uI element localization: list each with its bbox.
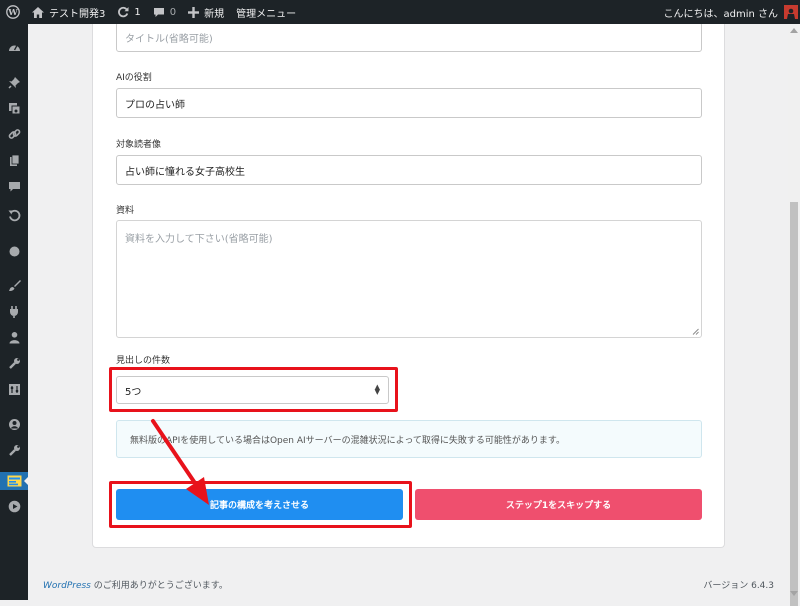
scroll-thumb[interactable] <box>790 202 798 606</box>
page-scrollbar[interactable] <box>788 24 800 606</box>
comments-count: 0 <box>169 6 177 18</box>
updates-link[interactable]: 1 <box>111 0 146 24</box>
admin-bar: W テスト開発3 1 0 新規 管理メニュー こんにちは、admin さん <box>0 0 800 24</box>
footer-thanks-text: のご利用ありがとうございます。 <box>90 581 228 591</box>
new-content-link[interactable]: 新規 <box>182 0 230 24</box>
wordpress-logo-icon[interactable]: W <box>0 0 26 24</box>
wordpress-link[interactable]: WordPress <box>43 581 91 591</box>
version-text: バージョン 6.4.3 <box>703 581 774 591</box>
new-label: 新規 <box>204 8 225 20</box>
site-name: テスト開発3 <box>49 8 106 20</box>
refresh-icon <box>118 6 129 18</box>
plus-icon <box>188 6 200 18</box>
avatar <box>784 5 798 19</box>
admin-menu-link[interactable]: 管理メニュー <box>230 0 302 24</box>
my-account-link[interactable]: こんにちは、admin さん <box>657 0 800 24</box>
scroll-down-arrow-icon[interactable] <box>790 591 798 596</box>
site-name-link[interactable]: テスト開発3 <box>26 0 111 24</box>
greeting: こんにちは、admin さん <box>663 8 778 20</box>
home-icon <box>32 6 44 18</box>
svg-text:W: W <box>7 8 18 18</box>
scroll-up-arrow-icon[interactable] <box>790 28 798 33</box>
comment-icon <box>153 7 164 17</box>
annotation-arrow <box>151 419 209 505</box>
comments-link[interactable]: 0 <box>147 0 182 24</box>
admin-menu-label: 管理メニュー <box>236 8 297 20</box>
footer-thanks: WordPress のご利用ありがとうございます。 <box>43 578 228 591</box>
updates-count: 1 <box>134 6 141 18</box>
